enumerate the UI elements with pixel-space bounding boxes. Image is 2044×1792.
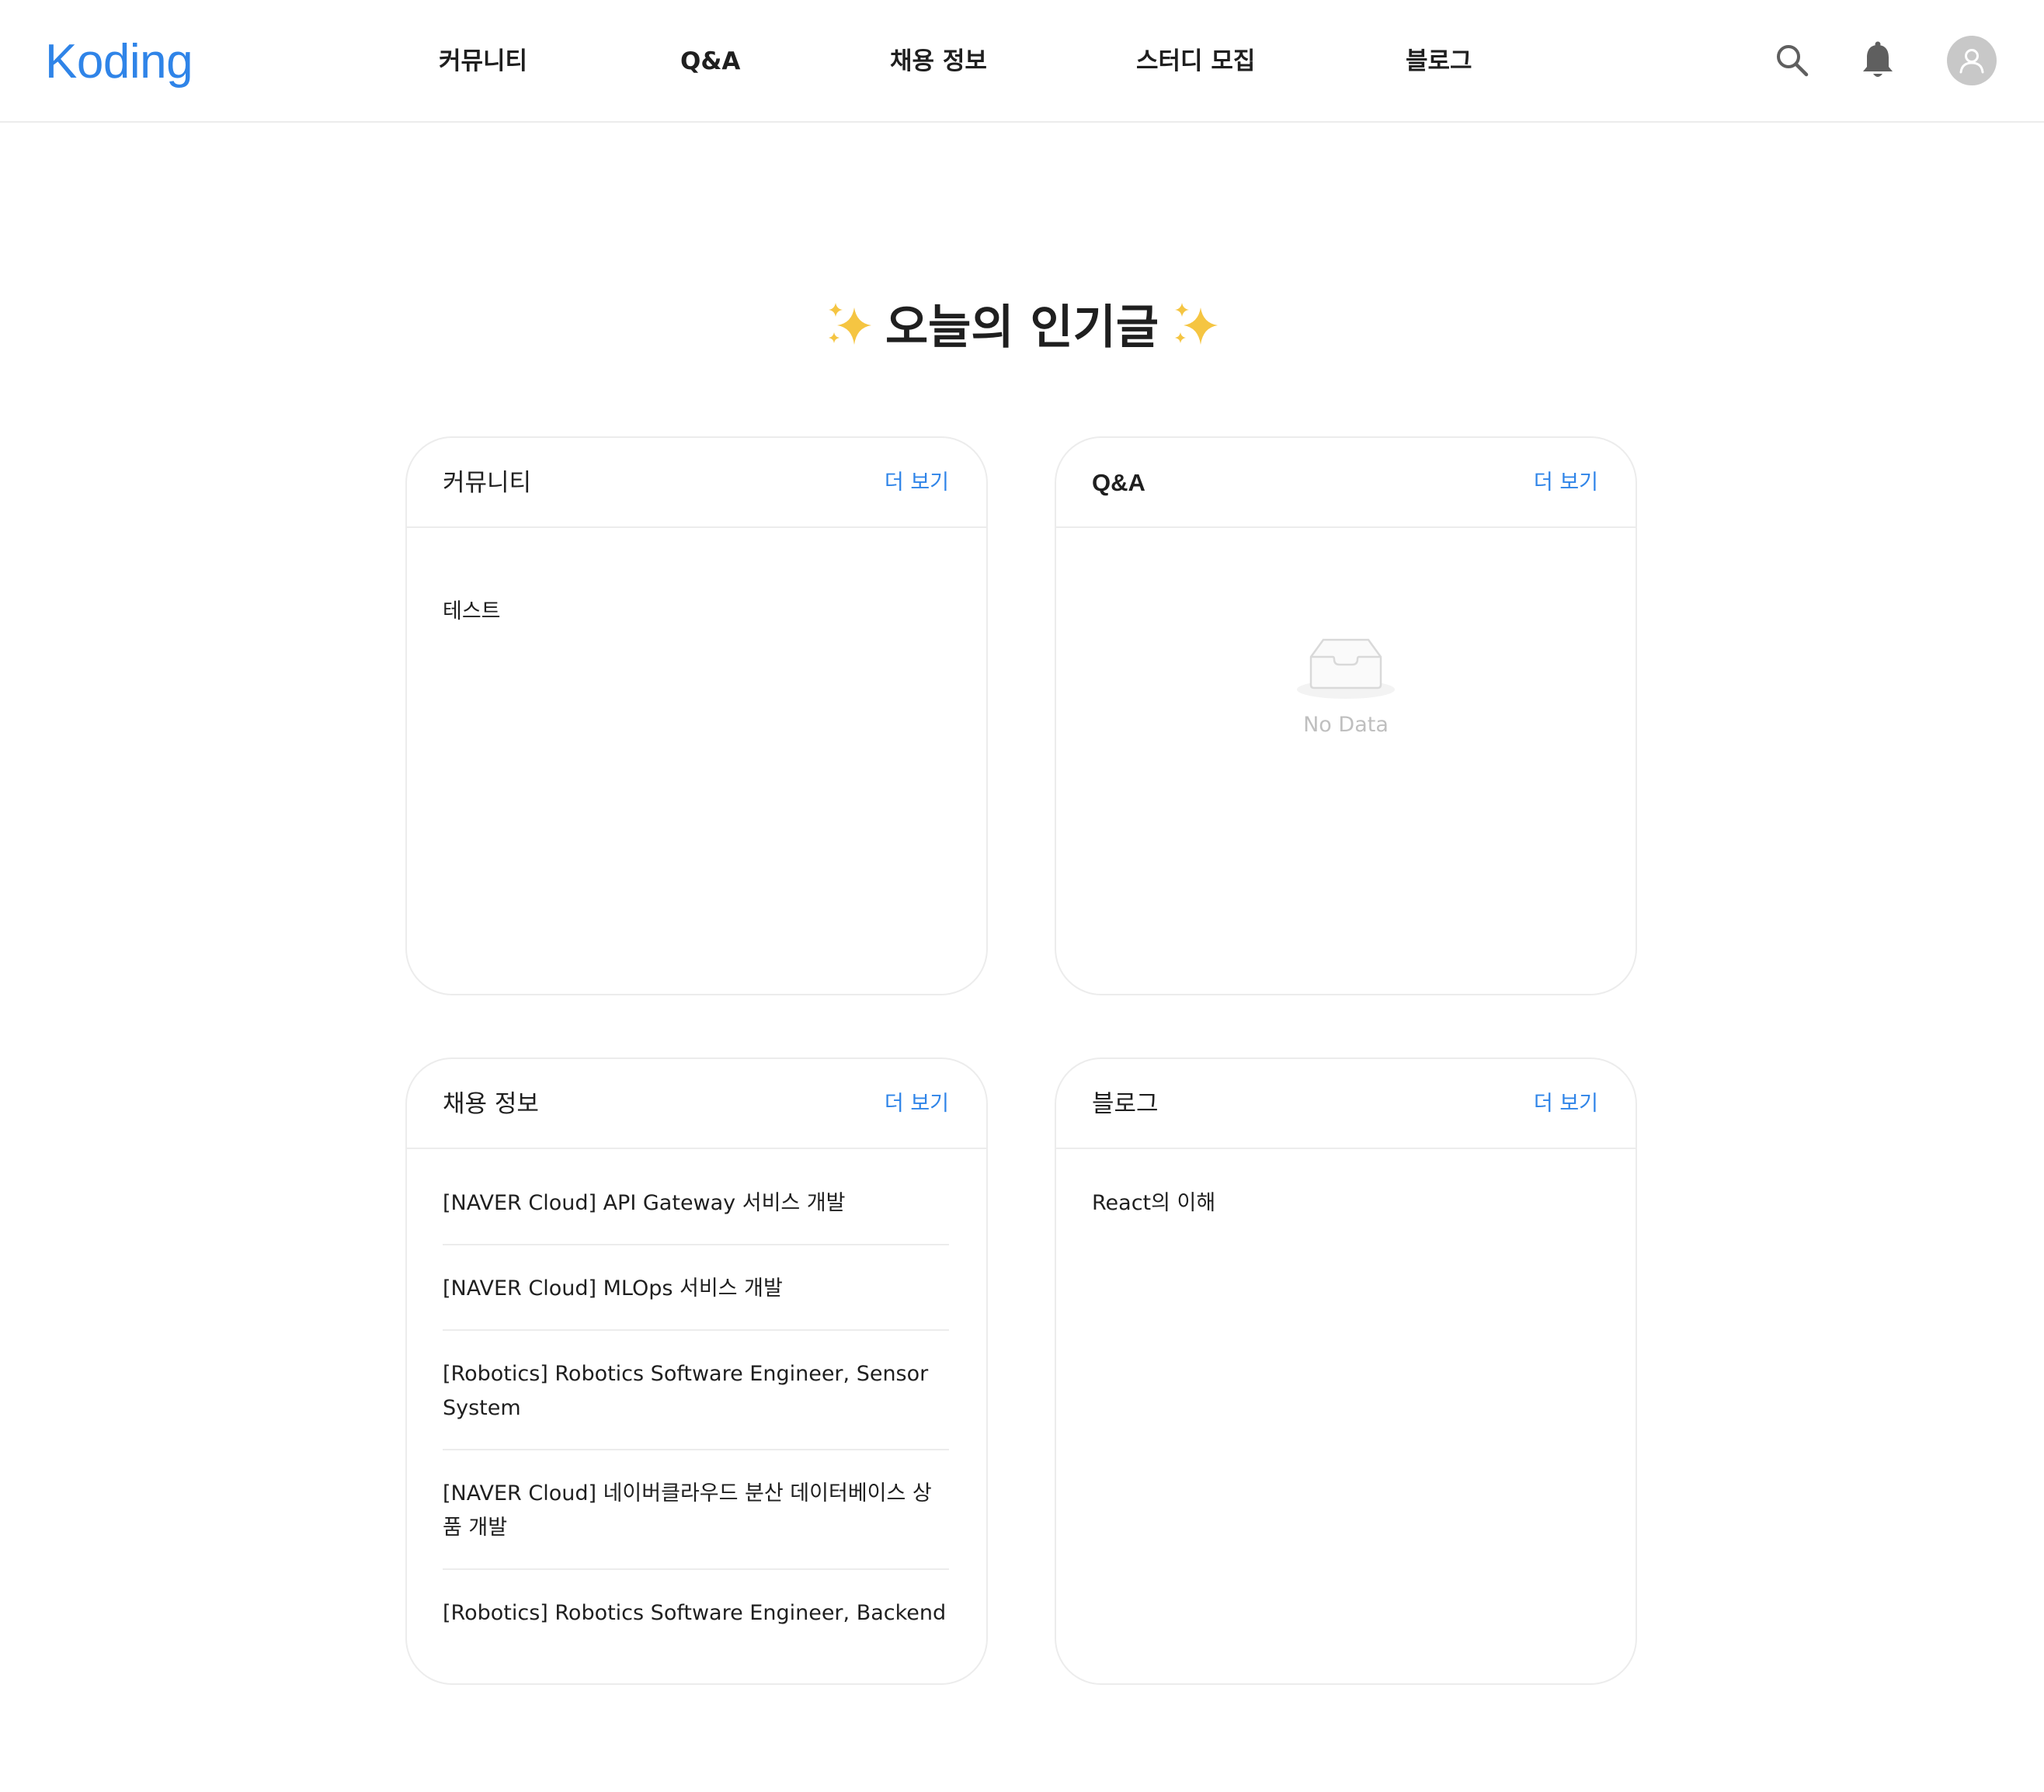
list-item[interactable]: React의 이해	[1092, 1186, 1598, 1221]
card-header: Q&A 더 보기	[1056, 438, 1636, 528]
sparkles-icon	[823, 300, 874, 351]
card-title: 커뮤니티	[443, 469, 532, 497]
nav-item-blog[interactable]: 블로그	[1406, 43, 1472, 79]
card-body: No Data	[1056, 528, 1636, 994]
list-item[interactable]: [Robotics] Robotics Software Engineer, B…	[443, 1570, 949, 1654]
card-title: Q&A	[1092, 469, 1145, 496]
avatar[interactable]	[1947, 36, 1997, 85]
card-blog: 블로그 더 보기 React의 이해	[1055, 1057, 1637, 1685]
more-link[interactable]: 더 보기	[885, 466, 949, 500]
list-item[interactable]: 테스트	[443, 595, 949, 629]
card-jobs: 채용 정보 더 보기 [NAVER Cloud] API Gateway 서비스…	[405, 1057, 988, 1685]
list-item[interactable]: [Robotics] Robotics Software Engineer, S…	[443, 1331, 949, 1450]
search-icon[interactable]	[1774, 42, 1811, 79]
empty-state-text: No Data	[1303, 713, 1389, 737]
nav-item-study[interactable]: 스터디 모집	[1136, 43, 1255, 79]
card-header: 커뮤니티 더 보기	[407, 438, 986, 528]
card-body: [NAVER Cloud] API Gateway 서비스 개발 [NAVER …	[407, 1149, 986, 1654]
more-link[interactable]: 더 보기	[1534, 1087, 1598, 1121]
card-community: 커뮤니티 더 보기 테스트	[405, 436, 988, 995]
nav-item-jobs[interactable]: 채용 정보	[890, 43, 987, 79]
card-body: React의 이해	[1056, 1149, 1636, 1221]
page-title: 오늘의 인기글	[885, 300, 1159, 355]
card-body: 테스트	[407, 528, 986, 629]
sparkles-icon	[1170, 300, 1221, 351]
list-item[interactable]: [NAVER Cloud] API Gateway 서비스 개발	[443, 1160, 949, 1245]
card-qna: Q&A 더 보기 No Data	[1055, 436, 1637, 995]
more-link[interactable]: 더 보기	[1534, 466, 1598, 500]
nav-item-qna[interactable]: Q&A	[680, 43, 740, 79]
page-title-row: 오늘의 인기글	[0, 295, 2044, 360]
card-title: 블로그	[1092, 1090, 1159, 1118]
card-header: 블로그 더 보기	[1056, 1059, 1636, 1149]
list-item[interactable]: [NAVER Cloud] MLOps 서비스 개발	[443, 1245, 949, 1331]
top-navigation-bar: Koding 커뮤니티 Q&A 채용 정보 스터디 모집 블로그	[0, 0, 2044, 123]
bell-icon[interactable]	[1861, 40, 1895, 81]
user-icon	[1959, 49, 1984, 74]
card-title: 채용 정보	[443, 1090, 539, 1118]
inbox-icon	[1295, 635, 1396, 703]
empty-state: No Data	[1056, 635, 1636, 741]
nav-item-community[interactable]: 커뮤니티	[439, 43, 527, 79]
logo[interactable]: Koding	[45, 34, 193, 90]
card-header: 채용 정보 더 보기	[407, 1059, 986, 1149]
list-item[interactable]: [NAVER Cloud] 네이버클라우드 분산 데이터베이스 상품 개발	[443, 1450, 949, 1570]
more-link[interactable]: 더 보기	[885, 1087, 949, 1121]
